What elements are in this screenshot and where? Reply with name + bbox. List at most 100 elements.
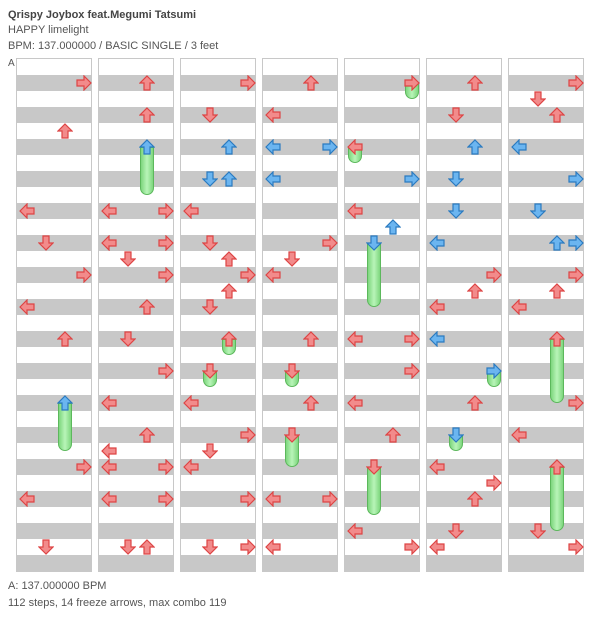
beat-row [427, 155, 501, 171]
beat-row [17, 539, 91, 555]
beat-row [427, 251, 501, 267]
beat-row [509, 379, 583, 395]
beat-row [345, 283, 419, 299]
left-arrow-icon [511, 139, 527, 155]
section-label: A [8, 58, 15, 69]
down-arrow-icon [284, 427, 300, 443]
left-arrow-icon [183, 459, 199, 475]
beat-row [99, 539, 173, 555]
beat-row [263, 523, 337, 539]
beat-row [509, 91, 583, 107]
left-arrow-icon [265, 491, 281, 507]
beat-row [509, 507, 583, 523]
beat-row [263, 379, 337, 395]
beat-row [99, 475, 173, 491]
stepchart: A [8, 58, 584, 572]
beat-row [509, 315, 583, 331]
right-arrow-icon [404, 75, 420, 91]
left-arrow-icon [347, 139, 363, 155]
up-arrow-icon [467, 395, 483, 411]
beat-row [263, 427, 337, 443]
beat-row [427, 491, 501, 507]
beat-row [99, 91, 173, 107]
beat-row [509, 555, 583, 571]
stepchart-column [180, 58, 256, 572]
up-arrow-icon [221, 283, 237, 299]
down-arrow-icon [202, 107, 218, 123]
right-arrow-icon [404, 331, 420, 347]
right-arrow-icon [568, 235, 584, 251]
up-arrow-icon [139, 75, 155, 91]
down-arrow-icon [366, 459, 382, 475]
right-arrow-icon [240, 539, 256, 555]
bpm-footer: A: 137.000000 BPM [8, 578, 584, 595]
beat-row [427, 507, 501, 523]
left-arrow-icon [101, 491, 117, 507]
beat-row [99, 379, 173, 395]
down-arrow-icon [202, 363, 218, 379]
left-arrow-icon [101, 459, 117, 475]
down-arrow-icon [202, 171, 218, 187]
beat-row [263, 299, 337, 315]
up-arrow-icon [57, 395, 73, 411]
down-arrow-icon [448, 203, 464, 219]
beat-row [345, 267, 419, 283]
beat-row [99, 187, 173, 203]
beat-row [99, 523, 173, 539]
beat-row [509, 203, 583, 219]
beat-row [263, 203, 337, 219]
beat-row [345, 299, 419, 315]
beat-row [99, 75, 173, 91]
right-arrow-icon [568, 171, 584, 187]
right-arrow-icon [486, 475, 502, 491]
left-arrow-icon [429, 235, 445, 251]
beat-row [17, 555, 91, 571]
beat-row [99, 123, 173, 139]
beat-row [427, 555, 501, 571]
stepchart-column [344, 58, 420, 572]
beat-row [345, 555, 419, 571]
stepchart-column [98, 58, 174, 572]
beat-row [181, 171, 255, 187]
right-arrow-icon [158, 235, 174, 251]
beat-row [17, 187, 91, 203]
beat-row [181, 411, 255, 427]
beat-row [181, 347, 255, 363]
beat-row [427, 59, 501, 75]
beat-row [99, 171, 173, 187]
beat-row [181, 219, 255, 235]
beat-row [181, 155, 255, 171]
beat-row [345, 123, 419, 139]
beat-row [509, 347, 583, 363]
beat-row [17, 411, 91, 427]
beat-row [99, 411, 173, 427]
left-arrow-icon [19, 491, 35, 507]
beat-row [17, 315, 91, 331]
beat-row [263, 363, 337, 379]
beat-row [509, 523, 583, 539]
down-arrow-icon [120, 331, 136, 347]
beat-row [99, 331, 173, 347]
down-arrow-icon [202, 299, 218, 315]
beat-row [427, 91, 501, 107]
beat-row [509, 155, 583, 171]
up-arrow-icon [303, 75, 319, 91]
right-arrow-icon [322, 491, 338, 507]
beat-row [17, 507, 91, 523]
left-arrow-icon [183, 203, 199, 219]
beat-row [181, 507, 255, 523]
beat-row [427, 523, 501, 539]
left-arrow-icon [101, 443, 117, 459]
right-arrow-icon [404, 171, 420, 187]
beat-row [99, 139, 173, 155]
down-arrow-icon [366, 235, 382, 251]
up-arrow-icon [303, 331, 319, 347]
left-arrow-icon [429, 539, 445, 555]
right-arrow-icon [240, 75, 256, 91]
beat-row [427, 427, 501, 443]
up-arrow-icon [139, 299, 155, 315]
beat-row [509, 283, 583, 299]
beat-row [263, 155, 337, 171]
beat-row [181, 139, 255, 155]
right-arrow-icon [404, 363, 420, 379]
